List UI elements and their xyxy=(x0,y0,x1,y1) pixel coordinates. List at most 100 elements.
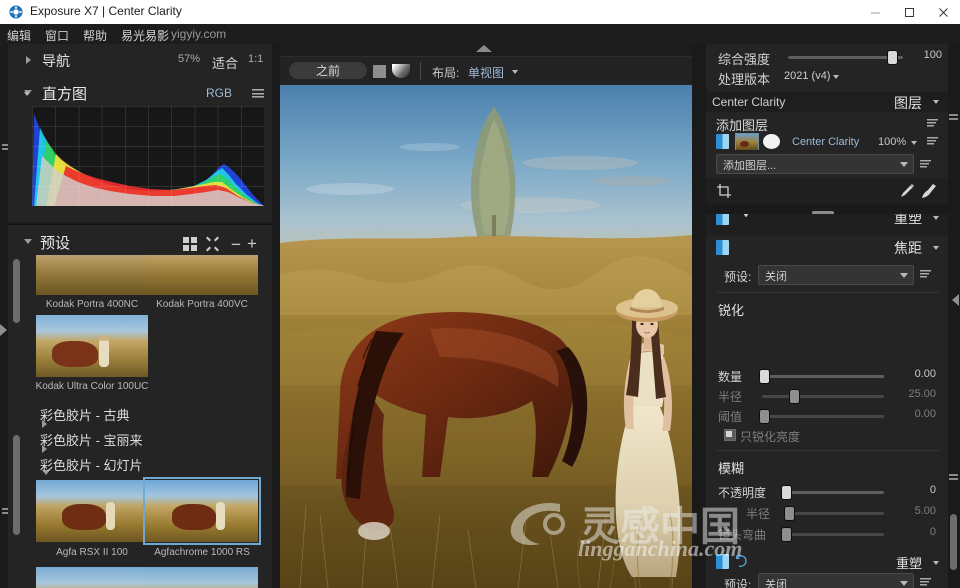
sharpen-amount-knob[interactable] xyxy=(760,370,769,383)
add-layer-menu-icon[interactable] xyxy=(927,119,938,127)
layout-value[interactable]: 单视图 xyxy=(468,64,504,81)
sharpen-radius-knob[interactable] xyxy=(790,390,799,403)
sharpen-amount-track[interactable] xyxy=(762,375,884,378)
crop-tool-icon[interactable] xyxy=(716,183,732,199)
presets-scrollbar-thumb-2[interactable] xyxy=(13,435,20,535)
chevron-down-icon[interactable] xyxy=(900,162,908,167)
chevron-down-icon[interactable] xyxy=(900,581,908,586)
right-panel-column: 综合强度 100 处理版本 2021 (v4) Center Clarity 图… xyxy=(700,44,960,588)
sharpen-threshold-value: 0.00 xyxy=(914,408,936,420)
layer-name[interactable]: Center Clarity xyxy=(792,136,859,148)
solid-square-icon[interactable] xyxy=(373,65,386,78)
right-panel-scrollbar-thumb[interactable] xyxy=(950,514,957,570)
blur-opacity-knob[interactable] xyxy=(782,486,791,499)
focus-section-title: 焦距 xyxy=(894,240,922,256)
right-edge-grip-bottom[interactable] xyxy=(949,474,958,481)
photo-horse-and-woman xyxy=(280,85,692,588)
maximize-icon xyxy=(904,7,914,17)
process-version-label: 处理版本 xyxy=(718,72,771,87)
before-toggle-button[interactable]: 之前 xyxy=(289,62,367,79)
close-button[interactable] xyxy=(926,0,960,24)
add-layer-combo-value: 添加图层... xyxy=(723,160,777,172)
right-edge-grip-top[interactable] xyxy=(949,114,958,121)
process-version-value[interactable]: 2021 (v4) xyxy=(784,70,830,82)
partial-section-visibility-icon[interactable] xyxy=(716,214,729,225)
chevron-down-icon[interactable] xyxy=(900,273,908,278)
viewer-pull-handle[interactable] xyxy=(476,45,492,52)
process-version-caret-icon[interactable] xyxy=(833,75,839,79)
histogram-title: 直方图 xyxy=(42,86,88,103)
sharpen-threshold-knob[interactable] xyxy=(760,410,769,423)
preset-thumbnail[interactable] xyxy=(36,315,148,377)
left-panel-collapse-arrow[interactable] xyxy=(0,324,7,336)
preset-thumbnail-selected[interactable] xyxy=(143,477,261,545)
layer-opacity-value[interactable]: 100% xyxy=(878,136,906,148)
blur-lens-distortion-track[interactable] xyxy=(786,533,884,536)
blur-lens-distortion-knob[interactable] xyxy=(782,528,791,541)
presets-scrollbar-thumb[interactable] xyxy=(13,259,20,323)
histogram-channel-value[interactable]: RGB xyxy=(206,86,232,100)
paint-brush-icon[interactable] xyxy=(920,182,938,200)
sharpen-threshold-track[interactable] xyxy=(762,415,884,418)
menubar-watermark-cjk: 易光易影 xyxy=(121,29,170,43)
focus-section-caret-icon[interactable] xyxy=(933,246,939,250)
maximize-button[interactable] xyxy=(892,0,926,24)
sharpen-luminance-checkbox[interactable] xyxy=(724,429,736,441)
focus-preset-combo[interactable]: 关闭 xyxy=(758,265,914,285)
add-layer-combo-menu-icon[interactable] xyxy=(920,160,931,168)
presets-remove-button[interactable]: − xyxy=(231,236,241,253)
focus-preset-menu-icon[interactable] xyxy=(920,270,931,278)
overall-strength-slider-knob[interactable] xyxy=(888,51,897,64)
grid-view-icon[interactable] xyxy=(183,237,198,252)
gradient-swatch-icon[interactable] xyxy=(392,64,410,78)
preset-label: Kodak Ultra Color 100UC xyxy=(35,381,149,392)
bottom-preset-menu-icon[interactable] xyxy=(920,578,931,586)
preset-thumb-image xyxy=(146,567,258,588)
layer-mask-icon[interactable] xyxy=(763,134,780,149)
layer-menu-icon[interactable] xyxy=(927,137,938,145)
partial-section-caret-icon[interactable] xyxy=(933,216,939,220)
menu-item-help[interactable]: 帮助 xyxy=(83,27,107,44)
navigator-fit-button[interactable]: 适合 xyxy=(212,53,238,72)
presets-scroll-area[interactable]: Kodak Portra 400NC Kodak Portra 400VC Ko… xyxy=(18,255,262,588)
navigator-one-to-one-button[interactable]: 1:1 xyxy=(248,53,263,65)
blur-radius-value: 5.00 xyxy=(914,505,936,517)
partial-section-row: 重塑 xyxy=(706,214,948,236)
overall-strength-slider-track[interactable] xyxy=(788,56,903,59)
menu-item-window[interactable]: 窗口 xyxy=(45,27,69,44)
layers-collapse-icon[interactable] xyxy=(933,100,939,104)
bottom-section-caret-icon[interactable] xyxy=(933,561,939,565)
preset-thumbnail[interactable] xyxy=(146,255,258,295)
heal-brush-icon[interactable] xyxy=(898,182,916,200)
blur-opacity-track[interactable] xyxy=(786,491,884,494)
minimize-button[interactable] xyxy=(858,0,892,24)
reset-arrow-icon[interactable] xyxy=(734,214,748,223)
blur-title: 模糊 xyxy=(718,461,745,476)
preset-thumbnail[interactable] xyxy=(36,480,148,542)
preset-thumbnail[interactable] xyxy=(36,567,148,588)
navigator-expand-icon[interactable] xyxy=(26,56,31,64)
menu-item-edit[interactable]: 编辑 xyxy=(7,27,31,44)
layout-caret-icon[interactable] xyxy=(512,70,518,74)
preset-thumbnail[interactable] xyxy=(36,255,148,295)
histogram-menu-icon[interactable] xyxy=(252,89,264,98)
reset-circle-icon[interactable] xyxy=(734,554,748,568)
presets-collapse-icon[interactable] xyxy=(24,239,32,244)
blur-radius-track[interactable] xyxy=(786,512,884,515)
sharpen-radius-track[interactable] xyxy=(762,395,884,398)
right-panel-collapse-arrow[interactable] xyxy=(952,294,959,306)
add-layer-combo[interactable]: 添加图层... xyxy=(716,154,914,174)
preset-thumbnail[interactable] xyxy=(146,567,258,588)
histogram-channel-caret-icon[interactable] xyxy=(24,92,30,96)
bottom-section-visibility-icon[interactable] xyxy=(716,554,729,569)
photo-canvas[interactable] xyxy=(280,85,692,588)
bottom-preset-combo[interactable]: 关闭 xyxy=(758,573,914,588)
layer-visibility-icon[interactable] xyxy=(716,134,729,149)
layer-opacity-caret-icon[interactable] xyxy=(911,141,917,145)
focus-visibility-icon[interactable] xyxy=(716,240,729,255)
sharpen-radius-label: 半径 xyxy=(718,390,743,404)
blur-radius-knob[interactable] xyxy=(785,507,794,520)
presets-add-button[interactable]: + xyxy=(247,235,257,252)
add-layer-label[interactable]: 添加图层 xyxy=(716,115,768,134)
collapse-all-icon[interactable] xyxy=(206,236,220,252)
